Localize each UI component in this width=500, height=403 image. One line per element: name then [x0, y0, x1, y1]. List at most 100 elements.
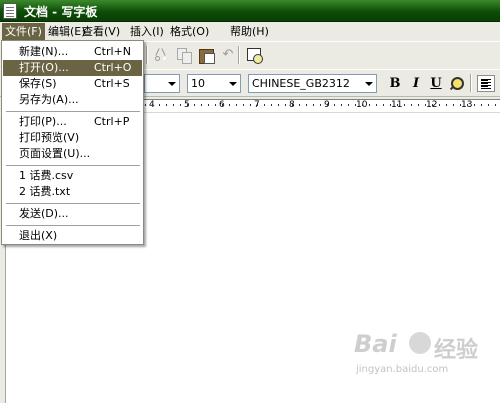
ruler-tick	[474, 104, 475, 106]
ruler-tick	[439, 104, 440, 106]
menu-item-label: 1 话费.csv	[19, 169, 74, 182]
menu-item-label: 打印预览(V)	[19, 131, 80, 144]
menu-item-new[interactable]: 新建(N)... Ctrl+N	[3, 44, 142, 60]
menu-item-shortcut: Ctrl+O	[94, 61, 132, 74]
menu-separator	[6, 111, 140, 112]
ruler-tick	[229, 104, 230, 106]
menu-item-page-setup[interactable]: 页面设置(U)...	[3, 146, 142, 162]
menu-item-exit[interactable]: 退出(X)	[3, 228, 142, 244]
menu-item-save[interactable]: 保存(S) Ctrl+S	[3, 76, 142, 92]
align-left-button[interactable]	[477, 75, 495, 92]
undo-icon[interactable]: ↶	[220, 47, 236, 63]
font-size-select[interactable]: 10	[187, 74, 241, 93]
ruler-tick	[306, 104, 307, 106]
ruler-tick	[166, 104, 167, 106]
ruler-tick	[488, 104, 489, 106]
toolbar-separator	[238, 46, 240, 64]
menu-item-recent-2[interactable]: 2 话费.txt	[3, 184, 142, 200]
ruler-tick	[460, 104, 461, 106]
ruler-track	[140, 99, 500, 113]
ruler-tick	[173, 104, 174, 106]
ruler-tick	[348, 104, 349, 106]
toolbar-separator	[146, 46, 148, 64]
copy-icon[interactable]	[176, 47, 192, 64]
menu-item-recent-1[interactable]: 1 话费.csv	[3, 168, 142, 184]
baidu-jingyan-watermark: Bai 经验 jingyan.baidu.com	[354, 324, 494, 384]
menu-file[interactable]: 文件(F)	[2, 23, 45, 40]
font-size-value: 10	[191, 77, 205, 90]
menu-item-shortcut: Ctrl+S	[94, 77, 130, 90]
script-select[interactable]: CHINESE_GB2312	[248, 74, 377, 93]
ruler-tick	[376, 104, 377, 106]
chevron-down-icon	[229, 82, 237, 86]
chevron-down-icon	[365, 82, 373, 86]
menu-item-label: 打开(O)...	[19, 61, 69, 74]
menu-item-label: 打印(P)...	[19, 115, 67, 128]
ruler-tick	[187, 104, 188, 106]
underline-button[interactable]: U	[427, 75, 445, 92]
menu-format[interactable]: 格式(O)	[167, 24, 212, 39]
ruler-tick	[271, 104, 272, 106]
ruler-tick	[453, 104, 454, 106]
menu-view[interactable]: 查看(V)	[79, 24, 123, 39]
ruler-tick	[495, 104, 496, 106]
bold-button[interactable]: B	[386, 75, 404, 92]
menu-separator	[6, 203, 140, 204]
menu-item-label: 另存为(A)...	[19, 93, 79, 106]
toolbar-separator	[470, 74, 472, 92]
menu-item-send[interactable]: 发送(D)...	[3, 206, 142, 222]
file-menu-dropdown: 新建(N)... Ctrl+N 打开(O)... Ctrl+O 保存(S) Ct…	[1, 40, 144, 245]
ruler-tick	[180, 104, 181, 106]
ruler-tick	[432, 104, 433, 106]
ruler-tick	[369, 104, 370, 106]
paste-icon[interactable]	[198, 47, 215, 64]
ruler-tick	[292, 104, 293, 106]
italic-button[interactable]: I	[407, 75, 425, 92]
menu-item-print-preview[interactable]: 打印预览(V)	[3, 130, 142, 146]
ruler-tick	[215, 104, 216, 106]
watermark-logo-text: 经验	[434, 338, 479, 363]
menu-item-save-as[interactable]: 另存为(A)...	[3, 92, 142, 108]
menu-help[interactable]: 帮助(H)	[227, 24, 272, 39]
cut-icon[interactable]	[154, 47, 170, 63]
ruler-tick	[418, 104, 419, 106]
menu-item-print[interactable]: 打印(P)... Ctrl+P	[3, 114, 142, 130]
menu-separator	[6, 165, 140, 166]
ruler-tick	[222, 104, 223, 106]
window-title: 文档 - 写字板	[24, 5, 98, 19]
ruler-tick	[467, 104, 468, 106]
ruler-tick	[334, 104, 335, 106]
ruler-tick	[194, 104, 195, 106]
menu-item-label: 页面设置(U)...	[19, 147, 91, 160]
text-color-icon[interactable]	[448, 75, 466, 92]
ruler-tick	[320, 104, 321, 106]
date-time-icon[interactable]	[246, 47, 263, 64]
script-value: CHINESE_GB2312	[252, 77, 350, 90]
watermark-logo-text: Bai	[354, 330, 397, 358]
ruler-tick	[243, 104, 244, 106]
ruler-tick	[425, 104, 426, 106]
font-name-select[interactable]	[144, 74, 180, 93]
menu-item-label: 2 话费.txt	[19, 185, 71, 198]
wordpad-icon[interactable]	[3, 3, 17, 19]
ruler-tick	[390, 104, 391, 106]
menu-item-shortcut: Ctrl+P	[94, 115, 130, 128]
ruler-tick	[152, 104, 153, 106]
ruler-tick	[159, 104, 160, 106]
ruler-tick	[250, 104, 251, 106]
ruler-tick	[362, 104, 363, 106]
menu-insert[interactable]: 插入(I)	[127, 24, 167, 39]
menu-item-open[interactable]: 打开(O)... Ctrl+O	[3, 60, 142, 76]
ruler-tick	[145, 104, 146, 106]
menu-separator	[6, 225, 140, 226]
ruler-tick	[285, 104, 286, 106]
ruler-tick	[278, 104, 279, 106]
menu-item-label: 新建(N)...	[19, 45, 69, 58]
menu-item-label: 保存(S)	[19, 77, 57, 90]
ruler-tick	[404, 104, 405, 106]
menu-item-shortcut: Ctrl+N	[94, 45, 132, 58]
ruler-tick	[355, 104, 356, 106]
ruler-tick	[257, 104, 258, 106]
menu-bar: 文件(F) 编辑(E) 查看(V) 插入(I) 格式(O) 帮助(H)	[0, 22, 500, 41]
ruler-tick	[411, 104, 412, 106]
